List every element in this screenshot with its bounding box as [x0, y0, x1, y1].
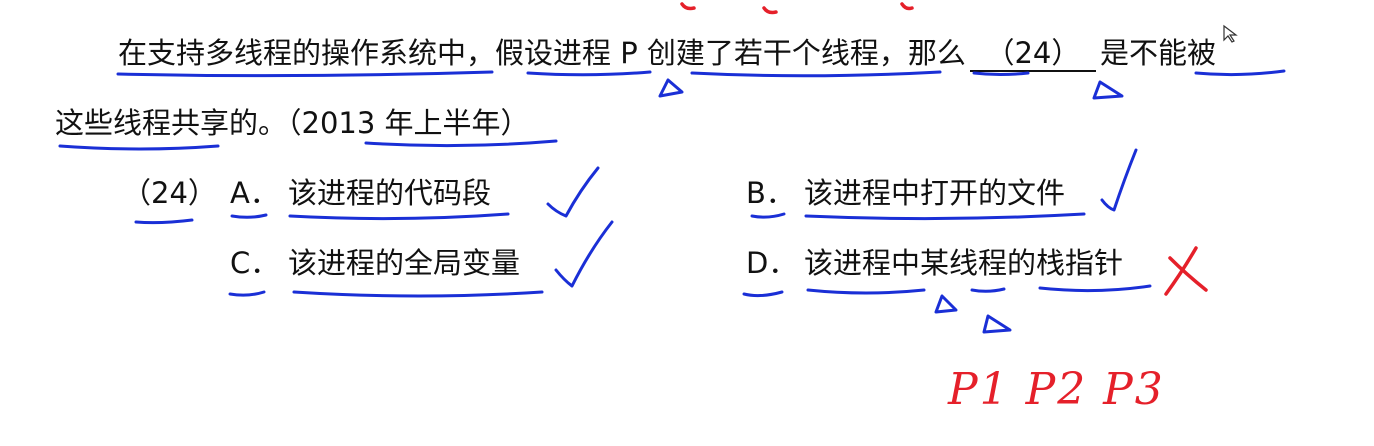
option-a-letter: A．	[230, 176, 279, 210]
cross-mark	[1168, 256, 1208, 292]
answer-blank: （24）	[969, 36, 1096, 72]
check-mark	[546, 166, 600, 218]
question-text-part1: 在支持多线程的操作系统中，假设进程 P 创建了若干个线程，那么	[118, 36, 966, 70]
question-text-part3: 这些线程共享的。（2013 年上半年）	[55, 106, 530, 140]
option-b: B． 该进程中打开的文件	[746, 173, 1065, 213]
option-a-text: 该进程的代码段	[288, 176, 492, 210]
question-page: 在支持多线程的操作系统中，假设进程 P 创建了若干个线程，那么 （24） 是不能被 …	[0, 0, 1374, 446]
option-c-text: 该进程的全局变量	[288, 246, 521, 280]
underline-mark	[742, 290, 784, 298]
option-d-letter: D．	[746, 246, 798, 280]
triangle-mark	[1092, 80, 1124, 100]
option-b-text: 该进程中打开的文件	[804, 176, 1066, 210]
underline-mark	[1038, 284, 1152, 293]
triangle-mark	[658, 78, 684, 98]
underline-mark	[804, 212, 1086, 221]
handwritten-note: P1 P2 P3	[948, 364, 1165, 415]
underline-mark	[806, 288, 926, 295]
triangle-mark	[934, 294, 958, 314]
underline-mark	[230, 213, 268, 219]
underline-mark	[134, 218, 194, 225]
triangle-mark	[982, 314, 1012, 334]
underline-mark	[750, 212, 786, 219]
option-d-text: 该进程中某线程的栈指针	[804, 246, 1124, 280]
check-mark	[554, 220, 614, 288]
option-c-letter: C．	[230, 246, 280, 280]
question-line-1: 在支持多线程的操作系统中，假设进程 P 创建了若干个线程，那么 （24） 是不能被	[118, 33, 1216, 73]
underline-mark	[292, 290, 544, 298]
option-number: （24）	[122, 176, 217, 210]
option-b-letter: B．	[746, 176, 795, 210]
question-line-2: 这些线程共享的。（2013 年上半年）	[55, 103, 530, 143]
red-scribble	[900, 2, 914, 11]
underline-mark	[970, 287, 1006, 293]
check-mark	[1100, 148, 1138, 212]
cursor-icon	[1223, 24, 1238, 43]
underline-mark	[972, 71, 1030, 76]
underline-mark	[228, 290, 266, 297]
cross-mark	[1164, 246, 1198, 296]
option-d: D． 该进程中某线程的栈指针	[746, 243, 1123, 283]
underline-mark	[288, 212, 510, 221]
option-a: A． 该进程的代码段	[230, 173, 491, 213]
question-text-part2: 是不能被	[1099, 36, 1216, 70]
underline-mark	[58, 144, 220, 151]
option-c: C． 该进程的全局变量	[230, 243, 520, 283]
red-scribble	[680, 2, 696, 11]
red-scribble	[762, 6, 778, 15]
